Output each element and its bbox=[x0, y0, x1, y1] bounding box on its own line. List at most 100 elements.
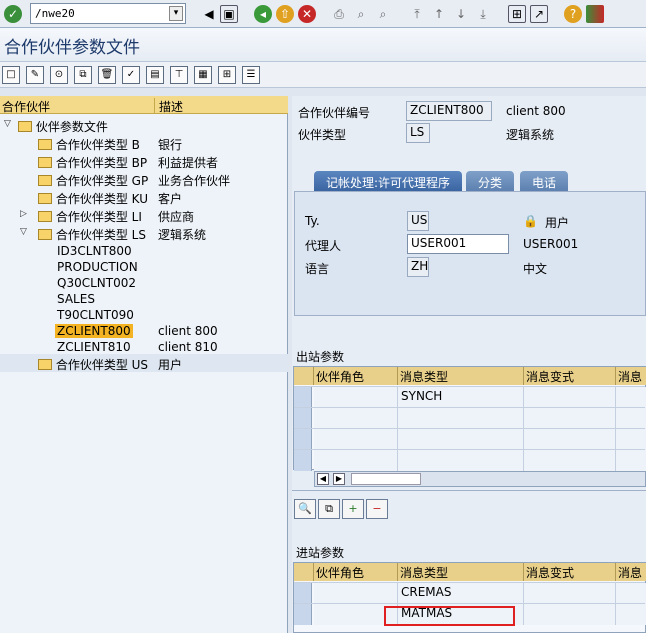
check-icon[interactable]: ✓ bbox=[122, 66, 140, 84]
folder-icon bbox=[38, 193, 52, 204]
layout-table-icon[interactable]: ▦ bbox=[194, 66, 212, 84]
hierarchy-icon[interactable]: ⊤ bbox=[170, 66, 188, 84]
expand-arrow-icon[interactable]: ▽ bbox=[20, 227, 27, 237]
expand-icon[interactable]: ⊞ bbox=[218, 66, 236, 84]
column-header[interactable]: 消息变式 bbox=[524, 563, 616, 581]
column-header[interactable]: 消息类型 bbox=[398, 563, 524, 581]
table-cell[interactable] bbox=[314, 387, 398, 408]
details-icon[interactable]: 🔍 bbox=[294, 499, 316, 519]
help-icon[interactable]: ? bbox=[564, 5, 582, 23]
table-cell[interactable] bbox=[524, 604, 616, 625]
row-select-header[interactable] bbox=[294, 367, 314, 385]
tab-telephone[interactable]: 电话 bbox=[520, 171, 569, 192]
table-cell[interactable] bbox=[398, 408, 524, 429]
table-cell[interactable] bbox=[616, 583, 646, 604]
tree-root[interactable]: ▽ 伙伴参数文件 bbox=[0, 116, 288, 134]
enter-icon[interactable]: ✓ bbox=[4, 5, 22, 23]
table-cell[interactable] bbox=[398, 450, 524, 471]
shortcut-icon[interactable]: ↗ bbox=[530, 5, 548, 23]
tab-strip: 记帐处理:许可代理程序 分类 电话 bbox=[292, 169, 646, 192]
row-selector[interactable] bbox=[294, 429, 312, 450]
table-cell[interactable] bbox=[314, 583, 398, 604]
tab-classification[interactable]: 分类 bbox=[466, 171, 515, 192]
table-cell[interactable] bbox=[616, 408, 646, 429]
column-header[interactable]: 伙伴角色 bbox=[314, 563, 398, 581]
back-arrow-icon[interactable]: ◀ bbox=[200, 5, 218, 23]
table-cell[interactable] bbox=[524, 583, 616, 604]
command-field[interactable]: /nwe20 ▾ bbox=[30, 3, 186, 24]
column-header[interactable]: 消息类型 bbox=[398, 367, 524, 385]
table-cell[interactable] bbox=[616, 429, 646, 450]
first-page-icon[interactable]: ⤒ bbox=[408, 5, 426, 23]
scroll-right-icon[interactable]: ▶ bbox=[333, 473, 345, 485]
collapse-arrow-icon[interactable]: ▷ bbox=[20, 209, 27, 219]
expand-arrow-icon[interactable]: ▽ bbox=[4, 119, 11, 129]
tree-item[interactable]: 合作伙伴类型 B 银行 bbox=[0, 134, 288, 152]
insert-row-icon[interactable]: + bbox=[342, 499, 364, 519]
ty-field[interactable]: US bbox=[407, 211, 429, 231]
save-icon[interactable]: ▣ bbox=[220, 5, 238, 23]
row-select-header[interactable] bbox=[294, 563, 314, 581]
row-selector[interactable] bbox=[294, 583, 312, 604]
tab-inbound-processing[interactable]: 记帐处理:许可代理程序 bbox=[314, 171, 463, 192]
tree-item-label: 合作伙伴类型 LI bbox=[55, 210, 142, 224]
last-page-icon[interactable]: ⤓ bbox=[474, 5, 492, 23]
documents-icon[interactable]: ▤ bbox=[146, 66, 164, 84]
table-cell[interactable]: SYNCH bbox=[398, 387, 524, 408]
column-header[interactable]: 消息变式 bbox=[524, 367, 616, 385]
column-header[interactable]: 消息 bbox=[616, 367, 646, 385]
tree-item[interactable]: ▽ 合作伙伴类型 LS 逻辑系统 bbox=[0, 224, 288, 242]
layout-icon[interactable] bbox=[586, 5, 604, 23]
tree-item[interactable]: ▷ 合作伙伴类型 LI 供应商 bbox=[0, 206, 288, 224]
table-cell[interactable] bbox=[398, 429, 524, 450]
create-icon[interactable]: □ bbox=[2, 66, 20, 84]
command-input[interactable]: /nwe20 bbox=[35, 7, 75, 20]
print-icon[interactable]: ⎙ bbox=[330, 5, 348, 23]
horizontal-scrollbar[interactable]: ◀ ▶ bbox=[314, 471, 646, 487]
column-header[interactable]: 伙伴角色 bbox=[314, 367, 398, 385]
column-header[interactable]: 消息 bbox=[616, 563, 646, 581]
table-cell[interactable] bbox=[314, 408, 398, 429]
copy-icon[interactable]: ⧉ bbox=[74, 66, 92, 84]
tree-item[interactable]: 合作伙伴类型 GP 业务合作伙伴 bbox=[0, 170, 288, 188]
tree-item[interactable]: 合作伙伴类型 US 用户 bbox=[0, 354, 288, 372]
table-cell[interactable] bbox=[616, 387, 646, 408]
delete-row-icon[interactable]: − bbox=[366, 499, 388, 519]
table-cell[interactable] bbox=[314, 429, 398, 450]
back-icon[interactable]: ◂ bbox=[254, 5, 272, 23]
table-cell[interactable] bbox=[524, 450, 616, 471]
copy-row-icon[interactable]: ⧉ bbox=[318, 499, 340, 519]
display-icon[interactable]: ⊙ bbox=[50, 66, 68, 84]
row-selector[interactable] bbox=[294, 408, 312, 429]
table-cell[interactable]: CREMAS bbox=[398, 583, 524, 604]
language-field[interactable]: ZH bbox=[407, 257, 429, 277]
find-next-icon[interactable]: ⌕ bbox=[374, 5, 392, 23]
agent-label: 代理人 bbox=[305, 239, 342, 253]
menu-icon[interactable]: ☰ bbox=[242, 66, 260, 84]
table-cell[interactable] bbox=[616, 604, 646, 625]
row-selector[interactable] bbox=[294, 604, 312, 625]
command-history-icon[interactable]: ▾ bbox=[169, 6, 183, 21]
change-icon[interactable]: ✎ bbox=[26, 66, 44, 84]
next-page-icon[interactable]: ↓ bbox=[452, 5, 470, 23]
scroll-left-icon[interactable]: ◀ bbox=[317, 473, 329, 485]
table-cell[interactable] bbox=[524, 408, 616, 429]
find-icon[interactable]: ⌕ bbox=[352, 5, 370, 23]
previous-page-icon[interactable]: ↑ bbox=[430, 5, 448, 23]
agent-input[interactable]: USER001 bbox=[407, 234, 509, 254]
delete-icon[interactable]: 🗑 bbox=[98, 66, 116, 84]
cancel-icon[interactable]: ✕ bbox=[298, 5, 316, 23]
table-cell[interactable] bbox=[616, 450, 646, 471]
partner-type-field[interactable]: LS bbox=[406, 123, 430, 143]
scrollbar-thumb[interactable] bbox=[351, 473, 421, 485]
new-session-icon[interactable]: ⊞ bbox=[508, 5, 526, 23]
tree-item[interactable]: 合作伙伴类型 KU 客户 bbox=[0, 188, 288, 206]
partner-number-field[interactable]: ZCLIENT800 bbox=[406, 101, 492, 121]
table-cell[interactable] bbox=[524, 429, 616, 450]
row-selector[interactable] bbox=[294, 387, 312, 408]
table-cell[interactable] bbox=[314, 450, 398, 471]
table-cell[interactable] bbox=[524, 387, 616, 408]
exit-icon[interactable]: ⇧ bbox=[276, 5, 294, 23]
row-selector[interactable] bbox=[294, 450, 312, 471]
tree-item[interactable]: 合作伙伴类型 BP 利益提供者 bbox=[0, 152, 288, 170]
